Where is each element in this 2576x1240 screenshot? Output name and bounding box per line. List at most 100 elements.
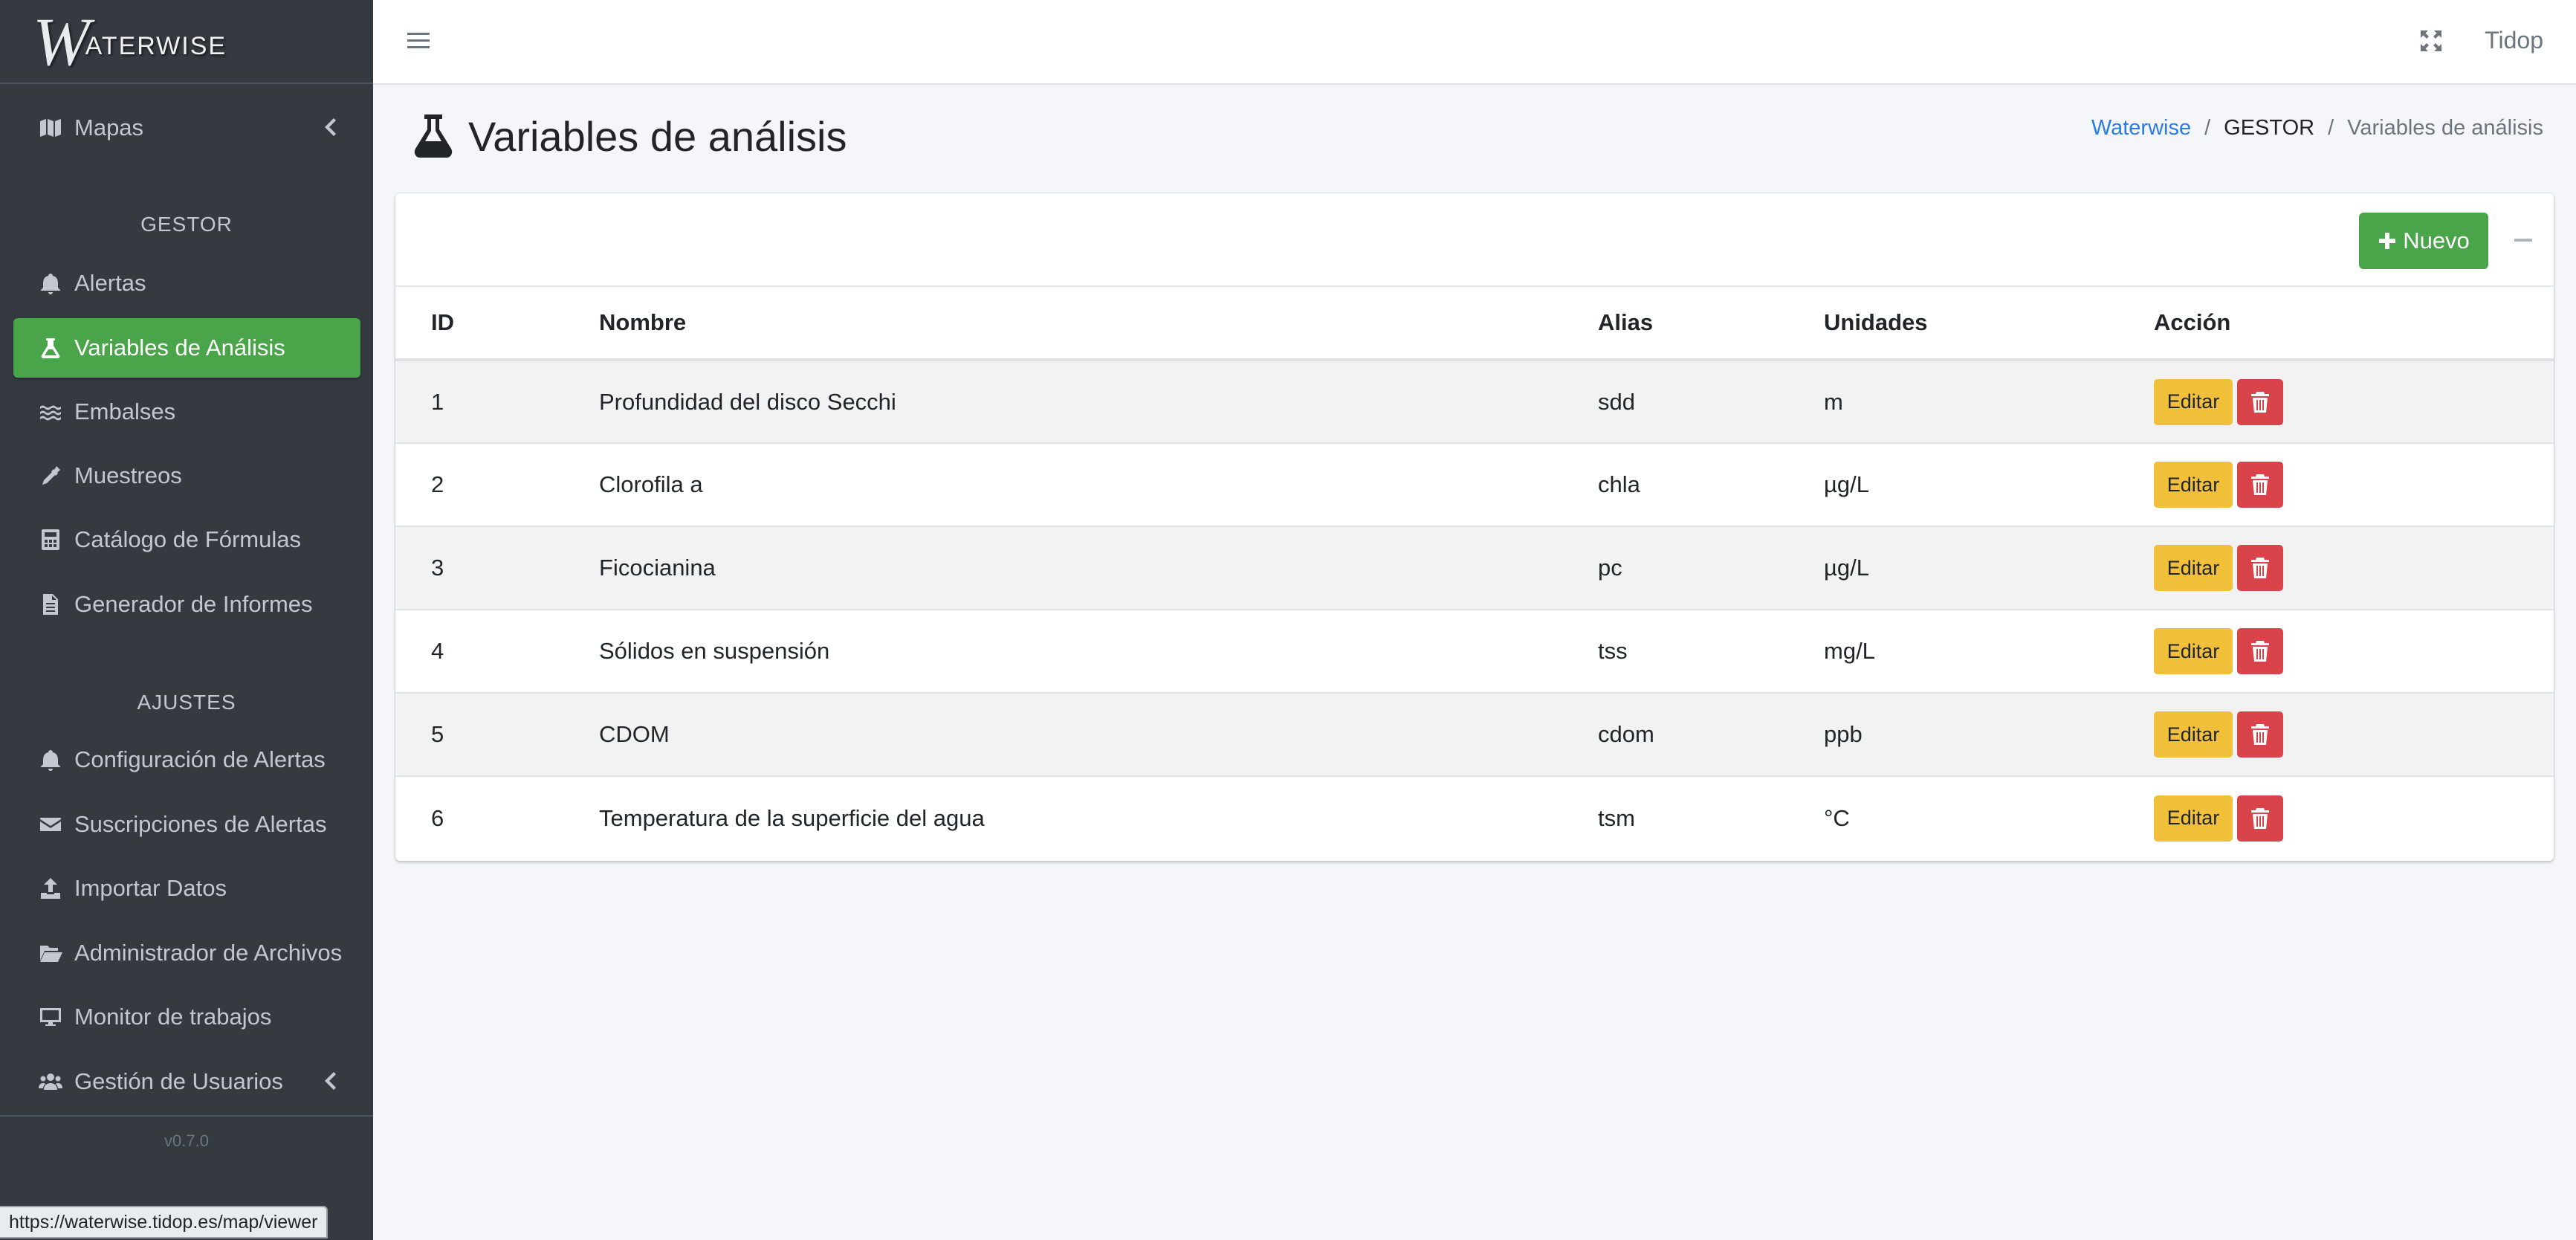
- bell-icon: [39, 748, 68, 772]
- column-header-id[interactable]: ID: [395, 287, 563, 361]
- brand-logo[interactable]: W ATERWISE: [0, 0, 373, 84]
- desktop-icon: [39, 1005, 68, 1029]
- new-button[interactable]: Nuevo: [2359, 213, 2488, 269]
- cell-id: 1: [395, 359, 563, 443]
- breadcrumb-link-home[interactable]: Waterwise: [2091, 116, 2191, 141]
- edit-button[interactable]: Editar: [2154, 628, 2233, 674]
- edit-button[interactable]: Editar: [2154, 462, 2233, 508]
- cell-nombre: CDOM: [563, 692, 1562, 776]
- delete-button[interactable]: [2237, 545, 2283, 591]
- cell-actions: Editar: [2118, 526, 2554, 610]
- sidebar-item-archivos[interactable]: Administrador de Archivos: [13, 923, 360, 983]
- edit-button[interactable]: Editar: [2154, 378, 2233, 425]
- folder-open-icon: [39, 941, 68, 965]
- page-title: Variables de análisis: [468, 112, 847, 160]
- sidebar-item-label: Configuración de Alertas: [74, 746, 326, 772]
- sidebar-item-embalses[interactable]: Embalses: [13, 382, 360, 442]
- sidebar-item-label: Importar Datos: [74, 875, 227, 901]
- status-bar-url: https://waterwise.tidop.es/map/viewer: [0, 1206, 329, 1239]
- sidebar-item-suscripciones[interactable]: Suscripciones de Alertas: [13, 795, 360, 854]
- sidebar-item-informes[interactable]: Generador de Informes: [13, 575, 360, 634]
- breadcrumb: Waterwise / GESTOR / Variables de anális…: [2091, 116, 2543, 141]
- delete-button[interactable]: [2237, 628, 2283, 674]
- plus-icon: [2379, 233, 2396, 249]
- user-menu[interactable]: Tidop: [2485, 27, 2543, 54]
- sidebar-item-label: Generador de Informes: [74, 591, 313, 617]
- trash-icon: [2251, 474, 2269, 495]
- sidebar-item-mapas[interactable]: Mapas: [13, 98, 360, 158]
- table-row: 1 Profundidad del disco Secchi sdd m Edi…: [395, 359, 2554, 443]
- cell-actions: Editar: [2118, 442, 2554, 526]
- sidebar-item-formulas[interactable]: Catálogo de Fórmulas: [13, 510, 360, 569]
- sidebar-item-label: Catálogo de Fórmulas: [74, 526, 301, 552]
- chevron-left-icon: [322, 1070, 338, 1092]
- nav-header-ajustes: AJUSTES: [137, 691, 236, 714]
- map-icon: [39, 116, 68, 140]
- top-navbar: Tidop: [373, 0, 2576, 85]
- variables-table: ID Nombre Alias Unidades Acción 1 Profun…: [395, 287, 2554, 859]
- column-header-nombre[interactable]: Nombre: [563, 287, 1562, 361]
- sidebar-item-importar[interactable]: Importar Datos: [13, 859, 360, 918]
- sidebar-item-label: Suscripciones de Alertas: [74, 811, 327, 837]
- table-row: 5 CDOM cdom ppb Editar: [395, 692, 2554, 776]
- chevron-left-icon: [322, 116, 338, 138]
- delete-button[interactable]: [2237, 795, 2283, 842]
- cell-nombre: Temperatura de la superficie del agua: [563, 775, 1562, 859]
- sidebar-item-monitor[interactable]: Monitor de trabajos: [13, 987, 360, 1047]
- column-header-unidades[interactable]: Unidades: [1788, 287, 2118, 361]
- breadcrumb-current: Variables de análisis: [2347, 116, 2543, 140]
- column-header-alias[interactable]: Alias: [1562, 287, 1788, 361]
- flask-icon: [39, 336, 68, 360]
- cell-actions: Editar: [2118, 609, 2554, 693]
- column-header-accion: Acción: [2118, 287, 2554, 361]
- sidebar-item-alertas[interactable]: Alertas: [13, 254, 360, 313]
- cell-id: 5: [395, 692, 563, 776]
- cell-alias: chla: [1562, 442, 1788, 526]
- cell-actions: Editar: [2118, 692, 2554, 776]
- breadcrumb-section: GESTOR: [2224, 116, 2315, 140]
- hamburger-menu-icon[interactable]: [406, 28, 431, 54]
- cell-unidades: µg/L: [1788, 442, 2118, 526]
- sidebar-item-label: Mapas: [74, 114, 144, 141]
- table-row: 3 Ficocianina pc µg/L Editar: [395, 526, 2554, 610]
- sidebar-item-label: Embalses: [74, 398, 176, 424]
- trash-icon: [2251, 558, 2269, 578]
- table-header-row: ID Nombre Alias Unidades Acción: [395, 287, 2554, 361]
- page-header: Variables de análisis: [413, 110, 847, 162]
- delete-button[interactable]: [2237, 711, 2283, 758]
- trash-icon: [2251, 391, 2269, 413]
- cell-nombre: Sólidos en suspensión: [563, 609, 1562, 693]
- fullscreen-icon[interactable]: [2418, 28, 2444, 54]
- delete-button[interactable]: [2237, 462, 2283, 508]
- brand-mark: W: [33, 3, 90, 80]
- sidebar-item-usuarios[interactable]: Gestión de Usuarios: [13, 1052, 360, 1111]
- table-row: 4 Sólidos en suspensión tss mg/L Editar: [395, 609, 2554, 693]
- cell-id: 4: [395, 609, 563, 693]
- edit-button[interactable]: Editar: [2154, 795, 2233, 842]
- cell-alias: sdd: [1562, 359, 1788, 443]
- card-header: Nuevo: [395, 193, 2554, 287]
- sidebar-item-config-alertas[interactable]: Configuración de Alertas: [13, 730, 360, 789]
- cell-id: 2: [395, 442, 563, 526]
- delete-button[interactable]: [2237, 378, 2283, 425]
- trash-icon: [2251, 807, 2269, 829]
- cell-unidades: m: [1788, 359, 2118, 443]
- sidebar-item-variables[interactable]: Variables de Análisis: [13, 318, 360, 378]
- trash-icon: [2251, 724, 2269, 745]
- cell-unidades: ppb: [1788, 692, 2118, 776]
- app-version: v0.7.0: [164, 1131, 209, 1150]
- bell-icon: [39, 271, 68, 295]
- water-icon: [39, 400, 68, 424]
- edit-button[interactable]: Editar: [2154, 711, 2233, 758]
- sidebar-item-muestreos[interactable]: Muestreos: [13, 446, 360, 506]
- edit-button[interactable]: Editar: [2154, 545, 2233, 591]
- flask-icon: [413, 113, 453, 159]
- collapse-icon[interactable]: [2512, 230, 2534, 250]
- cell-alias: tss: [1562, 609, 1788, 693]
- eyedropper-icon: [39, 464, 68, 488]
- trash-icon: [2251, 641, 2269, 662]
- cell-actions: Editar: [2118, 775, 2554, 859]
- table-row: 2 Clorofila a chla µg/L Editar: [395, 442, 2554, 526]
- cell-alias: tsm: [1562, 775, 1788, 859]
- sidebar: W ATERWISE Mapas GESTOR Alertas Variable…: [0, 0, 373, 1240]
